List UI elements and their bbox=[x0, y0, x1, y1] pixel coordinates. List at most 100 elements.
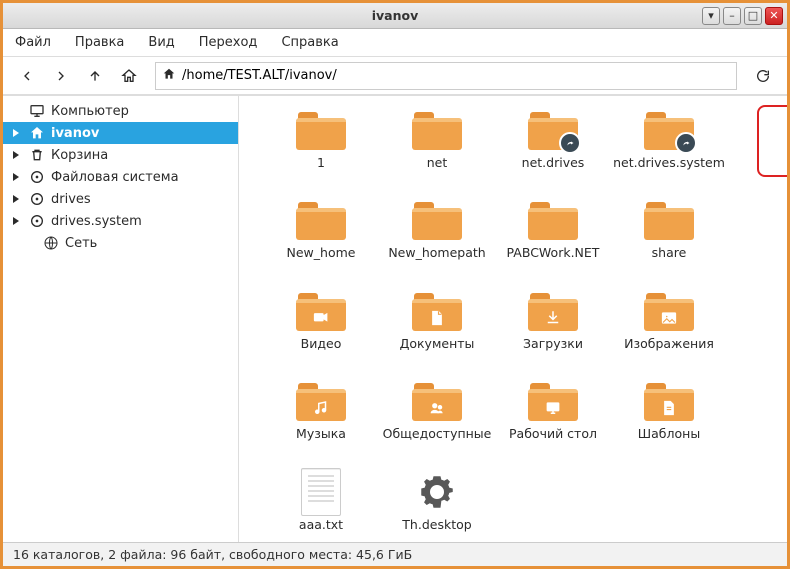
file-item-label: Загрузки bbox=[523, 337, 583, 351]
folder-icon bbox=[295, 198, 347, 242]
file-item[interactable]: net bbox=[379, 108, 495, 170]
sidebar-item-файловая система[interactable]: Файловая система bbox=[3, 166, 238, 188]
folder-icon bbox=[295, 108, 347, 152]
menu-file[interactable]: Файл bbox=[3, 31, 63, 54]
menubar: Файл Правка Вид Переход Справка bbox=[3, 29, 787, 57]
content-area[interactable]: 1 net net.drives net.drives.system New_homeN… bbox=[239, 96, 787, 542]
file-item[interactable]: PABCWork.NET bbox=[495, 198, 611, 260]
dropdown-button[interactable]: ▾ bbox=[702, 7, 720, 25]
expand-arrow-icon[interactable] bbox=[9, 128, 23, 138]
file-item[interactable]: share bbox=[611, 198, 727, 260]
network-icon bbox=[43, 235, 59, 251]
menu-view[interactable]: Вид bbox=[136, 31, 186, 54]
file-item[interactable]: Изображения bbox=[611, 289, 727, 351]
minimize-button[interactable]: – bbox=[723, 7, 741, 25]
file-item[interactable]: Документы bbox=[379, 289, 495, 351]
menu-help[interactable]: Справка bbox=[269, 31, 350, 54]
window-title: ivanov bbox=[3, 8, 787, 23]
home-icon bbox=[29, 125, 45, 141]
gearfile-icon bbox=[411, 470, 463, 514]
sidebar-item-ivanov[interactable]: ivanov bbox=[3, 122, 238, 144]
file-item[interactable]: 1 bbox=[263, 108, 379, 170]
menu-edit[interactable]: Правка bbox=[63, 31, 136, 54]
folder-icon bbox=[643, 198, 695, 242]
file-item-label: net bbox=[427, 156, 448, 170]
sidebar-item-label: Сеть bbox=[65, 236, 97, 251]
file-item-label: Музыка bbox=[296, 427, 346, 441]
close-button[interactable]: ✕ bbox=[765, 7, 783, 25]
folder-icon bbox=[295, 289, 347, 333]
home-button[interactable] bbox=[113, 62, 145, 90]
home-icon bbox=[162, 67, 176, 85]
toolbar: /home/TEST.ALT/ivanov/ bbox=[3, 57, 787, 95]
disk-icon bbox=[29, 169, 45, 185]
folder-icon bbox=[643, 289, 695, 333]
expand-arrow-icon[interactable] bbox=[9, 172, 23, 182]
back-button[interactable] bbox=[11, 62, 43, 90]
menu-go[interactable]: Переход bbox=[187, 31, 270, 54]
folder-shortcut-icon bbox=[643, 108, 695, 152]
folder-icon bbox=[411, 198, 463, 242]
expand-arrow-icon[interactable] bbox=[9, 194, 23, 204]
sidebar-item-label: Корзина bbox=[51, 148, 108, 163]
status-text: 16 каталогов, 2 файла: 96 байт, свободно… bbox=[13, 547, 412, 562]
file-item[interactable]: New_home bbox=[263, 198, 379, 260]
file-item-label: net.drives.system bbox=[613, 156, 725, 170]
file-item[interactable]: New_homepath bbox=[379, 198, 495, 260]
file-item-label: Общедоступные bbox=[383, 427, 492, 441]
file-item[interactable]: Рабочий стол bbox=[495, 379, 611, 441]
folder-icon bbox=[527, 198, 579, 242]
file-item[interactable]: Музыка bbox=[263, 379, 379, 441]
folder-icon bbox=[411, 108, 463, 152]
file-item-label: Документы bbox=[400, 337, 475, 351]
folder-icon bbox=[527, 379, 579, 423]
disk-icon bbox=[29, 213, 45, 229]
file-item-label: aaa.txt bbox=[299, 518, 343, 532]
window-frame: ivanov ▾ – □ ✕ Файл Правка Вид Переход С… bbox=[0, 0, 790, 569]
titlebar[interactable]: ivanov ▾ – □ ✕ bbox=[3, 3, 787, 29]
sidebar-item-label: drives bbox=[51, 192, 91, 207]
folder-shortcut-icon bbox=[527, 108, 579, 152]
file-item[interactable]: Th.desktop bbox=[379, 470, 495, 532]
sidebar-item-drives.system[interactable]: drives.system bbox=[3, 210, 238, 232]
reload-button[interactable] bbox=[747, 62, 779, 90]
sidebar-item-компьютер[interactable]: Компьютер bbox=[3, 100, 238, 122]
file-item-label: Th.desktop bbox=[402, 518, 471, 532]
shortcut-arrow-icon bbox=[675, 132, 697, 154]
sidebar-item-label: drives.system bbox=[51, 214, 142, 229]
sidebar-item-drives[interactable]: drives bbox=[3, 188, 238, 210]
sidebar: Компьютер ivanov Корзина Файловая система dr… bbox=[3, 96, 239, 542]
expand-arrow-icon[interactable] bbox=[9, 150, 23, 160]
forward-button[interactable] bbox=[45, 62, 77, 90]
maximize-button[interactable]: □ bbox=[744, 7, 762, 25]
file-item[interactable]: Загрузки bbox=[495, 289, 611, 351]
file-item-label: 1 bbox=[317, 156, 325, 170]
file-item[interactable]: Шаблоны bbox=[611, 379, 727, 441]
monitor-icon bbox=[29, 103, 45, 119]
file-item[interactable]: Видео bbox=[263, 289, 379, 351]
file-item[interactable]: net.drives.system bbox=[611, 108, 727, 170]
folder-icon bbox=[643, 379, 695, 423]
location-bar[interactable]: /home/TEST.ALT/ivanov/ bbox=[155, 62, 737, 90]
sidebar-item-label: Файловая система bbox=[51, 170, 179, 185]
shortcut-arrow-icon bbox=[559, 132, 581, 154]
folder-icon bbox=[527, 289, 579, 333]
up-button[interactable] bbox=[79, 62, 111, 90]
file-item-label: Видео bbox=[301, 337, 342, 351]
sidebar-item-label: ivanov bbox=[51, 126, 99, 141]
folder-icon bbox=[295, 379, 347, 423]
folder-icon bbox=[411, 289, 463, 333]
sidebar-item-label: Компьютер bbox=[51, 104, 129, 119]
file-item-label: Изображения bbox=[624, 337, 714, 351]
file-item-label: net.drives bbox=[522, 156, 585, 170]
file-item[interactable]: aaa.txt bbox=[263, 470, 379, 532]
folder-icon bbox=[411, 379, 463, 423]
file-item-label: Шаблоны bbox=[638, 427, 700, 441]
expand-arrow-icon[interactable] bbox=[9, 216, 23, 226]
file-item-label: share bbox=[652, 246, 687, 260]
file-item[interactable]: Общедоступные bbox=[379, 379, 495, 441]
sidebar-item-сеть[interactable]: Сеть bbox=[3, 232, 238, 254]
location-path: /home/TEST.ALT/ivanov/ bbox=[182, 68, 337, 83]
sidebar-item-корзина[interactable]: Корзина bbox=[3, 144, 238, 166]
file-item[interactable]: net.drives bbox=[495, 108, 611, 170]
